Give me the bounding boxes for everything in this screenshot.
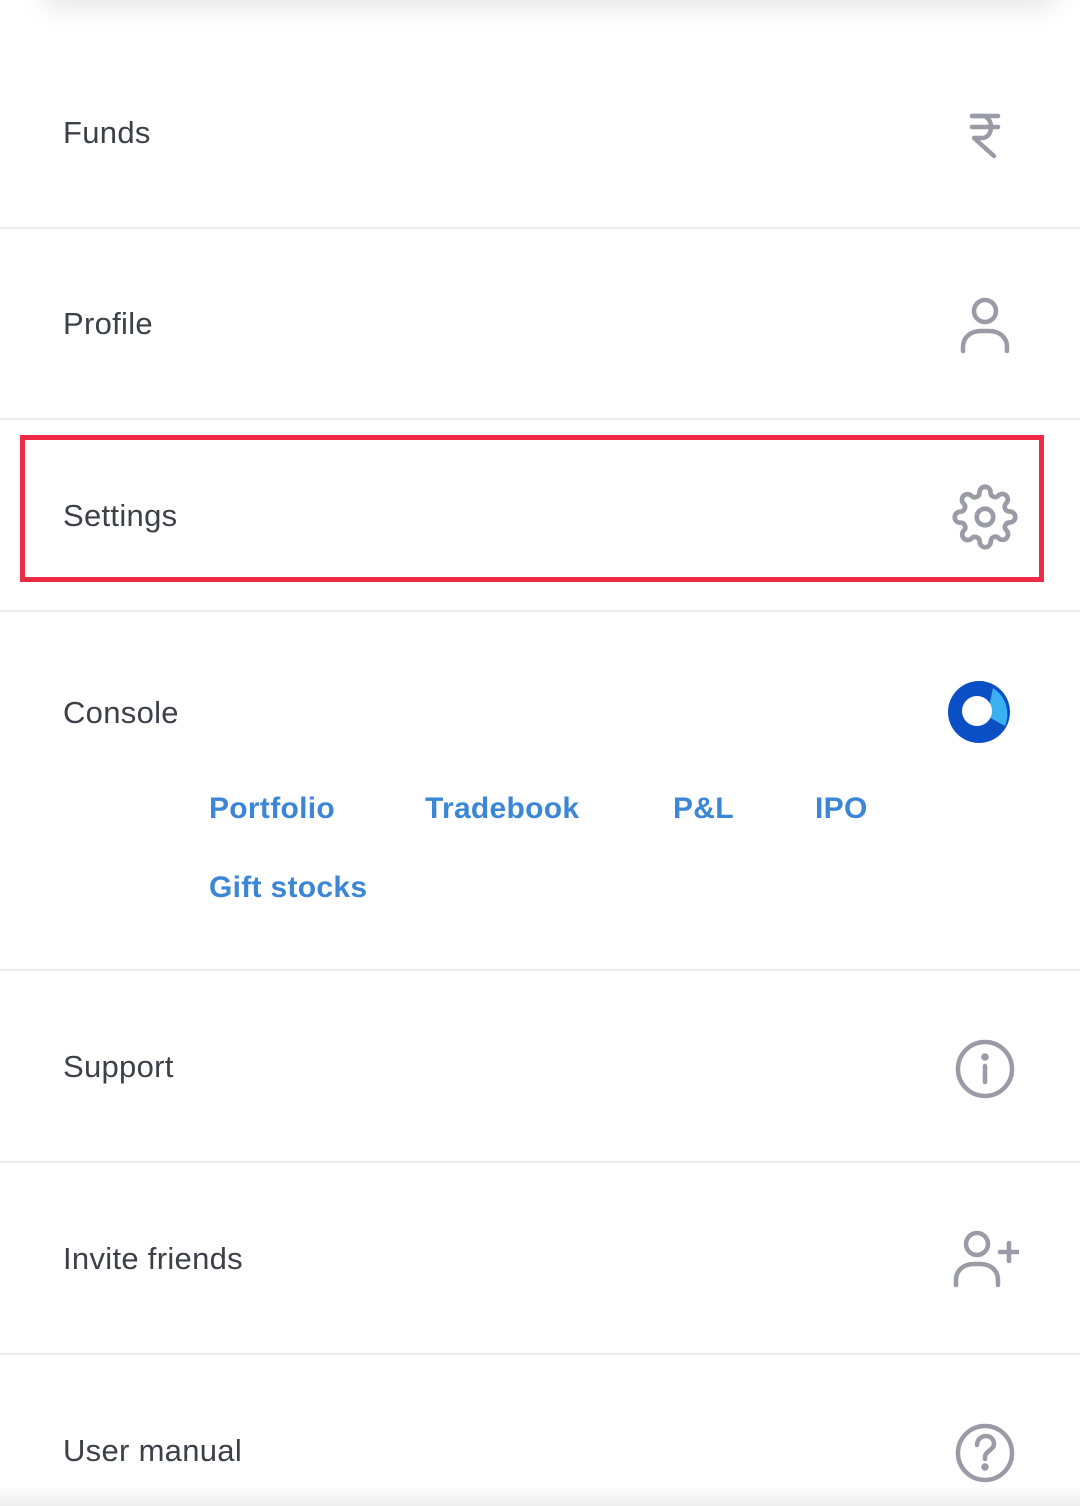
- console-link-ipo[interactable]: IPO: [815, 792, 868, 826]
- gear-icon: [947, 479, 1023, 555]
- menu-item-label: User manual: [63, 1433, 243, 1468]
- menu-item-label: Settings: [63, 498, 178, 533]
- menu-item-profile[interactable]: Profile: [0, 229, 1080, 420]
- console-logo-icon: [941, 674, 1017, 750]
- help-icon: [947, 1415, 1023, 1491]
- menu-item-user-manual[interactable]: User manual: [0, 1355, 1080, 1506]
- rupee-icon: [947, 97, 1023, 173]
- menu-item-label: Invite friends: [63, 1241, 243, 1276]
- console-link-pnl[interactable]: P&L: [673, 792, 734, 826]
- bottom-fade: [0, 1486, 1080, 1506]
- info-icon: [947, 1031, 1023, 1107]
- console-link-gift-stocks[interactable]: Gift stocks: [209, 871, 367, 905]
- menu-item-label: Profile: [63, 306, 153, 341]
- menu-item-label: Support: [63, 1049, 174, 1084]
- console-link-tradebook[interactable]: Tradebook: [425, 792, 579, 826]
- user-plus-icon: [947, 1220, 1023, 1296]
- console-link-portfolio[interactable]: Portfolio: [209, 792, 335, 826]
- menu-item-funds[interactable]: Funds: [0, 37, 1080, 229]
- menu-item-label: Console: [63, 695, 179, 730]
- menu-item-support[interactable]: Support: [0, 971, 1080, 1163]
- menu-item-label: Funds: [63, 115, 151, 150]
- menu-item-invite-friends[interactable]: Invite friends: [0, 1163, 1080, 1355]
- user-icon: [947, 287, 1023, 363]
- menu-item-settings[interactable]: Settings: [0, 420, 1080, 612]
- menu-item-console[interactable]: Console Portfolio Tradebook P&L IPO Gift…: [0, 612, 1080, 971]
